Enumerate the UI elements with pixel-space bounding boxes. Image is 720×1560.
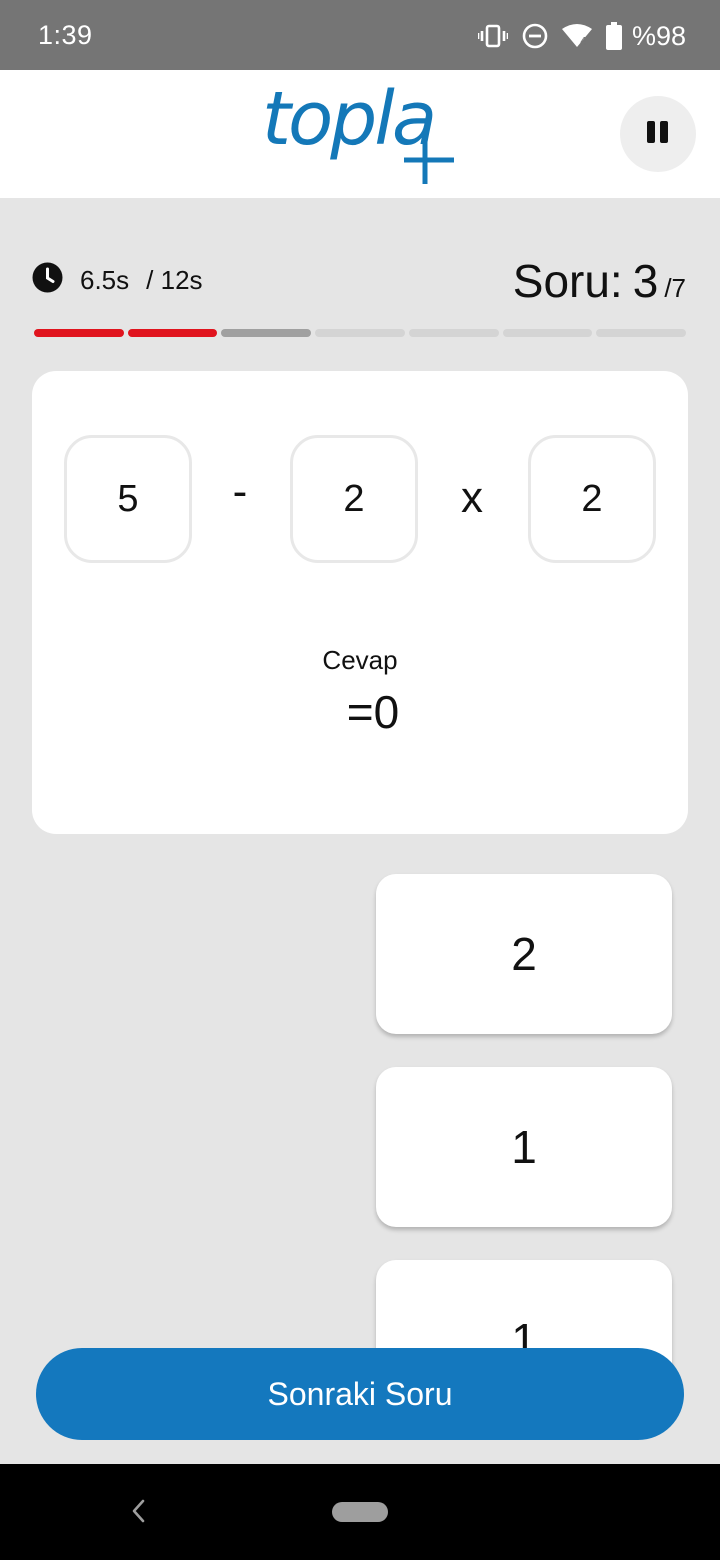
status-icons: 4 %98	[477, 18, 686, 54]
operator-minus: -	[232, 467, 248, 516]
topla-logo: topla	[262, 78, 462, 190]
answer-label: Cevap	[322, 645, 398, 675]
status-time: 1:39	[38, 20, 93, 50]
timer-elapsed: 6.5s	[80, 264, 130, 295]
battery-percent: %98	[631, 20, 686, 51]
status-bar: 1:39 4 %98	[0, 0, 720, 70]
operator-multiply: x	[461, 473, 483, 522]
question-progress	[34, 329, 687, 337]
wifi-icon: 4	[561, 24, 592, 48]
operand-box: 5	[64, 435, 192, 563]
logo-plus-icon	[404, 126, 456, 191]
battery-icon	[605, 22, 622, 50]
vibrate-icon	[477, 24, 508, 48]
answer-value: =0	[346, 686, 400, 738]
question-counter: Soru: 3 /7	[513, 254, 686, 308]
question-current: 3	[632, 255, 659, 307]
progress-segment	[34, 329, 124, 337]
home-pill[interactable]	[332, 1502, 388, 1522]
timer: 6.5s / 12s	[32, 262, 203, 298]
pause-button[interactable]	[620, 96, 696, 172]
progress-segment	[502, 329, 593, 337]
progress-segment	[408, 329, 499, 337]
clock-icon	[32, 262, 63, 298]
progress-segment	[315, 329, 405, 337]
question-card: 5 - 2 x 2 Cevap =0	[32, 371, 688, 834]
back-icon[interactable]	[128, 1498, 148, 1529]
do-not-disturb-icon	[522, 23, 548, 49]
next-question-button[interactable]: Sonraki Soru	[36, 1348, 684, 1440]
answer-option[interactable]: 1	[376, 1067, 672, 1227]
answer-option[interactable]: 2	[376, 874, 672, 1034]
svg-text:4: 4	[580, 35, 587, 48]
operand-box: 2	[528, 435, 656, 563]
operand-box: 2	[290, 435, 418, 563]
progress-segment	[127, 329, 218, 337]
timer-total: / 12s	[146, 264, 203, 295]
progress-segment	[596, 329, 687, 337]
app-header: topla	[0, 70, 720, 198]
question-label: Soru:	[512, 255, 623, 307]
question-total: /7	[664, 273, 686, 303]
pause-icon	[645, 119, 671, 150]
progress-segment	[221, 329, 312, 337]
